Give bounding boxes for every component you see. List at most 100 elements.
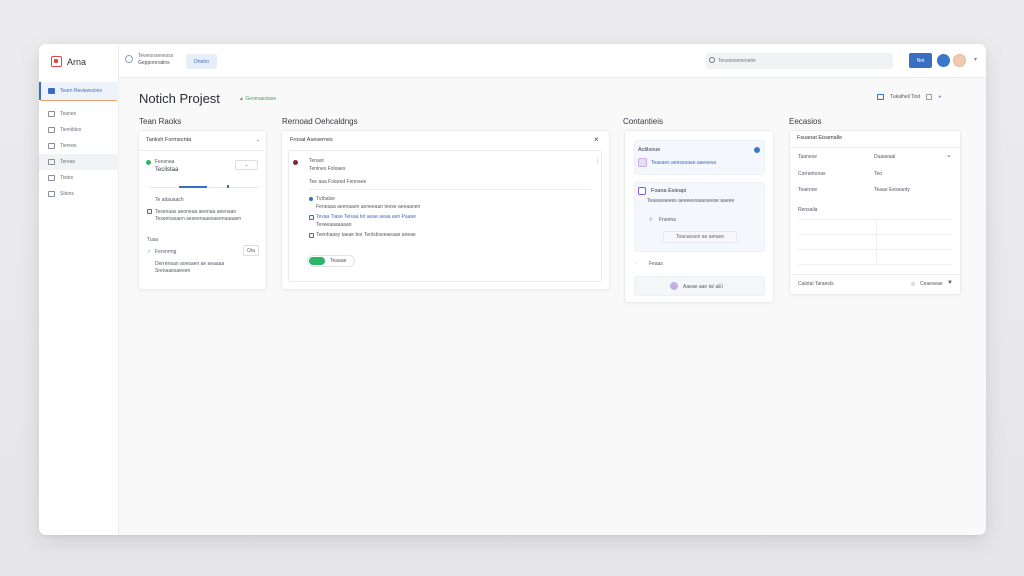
sidebar-item-label: Tistes [60,175,74,181]
user-avatar-icon[interactable] [937,54,950,67]
task-desc: Tesenaas aeoneaa aeenaa aeenaan [155,209,237,215]
user-icon [670,282,678,290]
detail-value[interactable]: Teo [874,171,882,177]
sidebar-item-label: Tiemibles [60,127,82,133]
detail-key: Corrantonas [798,171,826,177]
breadcrumb-parent: Tewesosenesss [138,53,174,59]
search-icon [709,57,715,63]
folder-icon [48,111,55,117]
content-footer-button[interactable]: Aaeae aae ta! aEl [634,276,765,296]
breadcrumb[interactable]: Tewesosenesss Gepporeratins [138,53,173,67]
sidebar-nav: Tearn Reviewsions Teanes Tiemibles Tiern… [39,82,119,202]
detail-footer-link[interactable]: Ceaeseae [920,281,943,287]
task-desc: Teseenasaen aeseenaaesaeenaaaaen [155,216,242,222]
tasks-column-title: Tean Raoks [139,117,182,126]
sidebar-item-label: Tiernes [60,143,77,149]
sidebar-item-lists[interactable]: Tistes [39,170,119,186]
tile-action-button[interactable]: Toanaosen ae aetaee [663,231,737,243]
radio-icon[interactable] [309,197,313,201]
more-icon[interactable]: ● [938,94,941,100]
task-title: Feesnaa [155,159,175,165]
progress-fill [179,186,207,188]
search-box [706,53,893,69]
chevron-down-icon[interactable]: ⌄ [256,137,260,143]
more-icon[interactable]: ⋮ [595,158,600,164]
chevron-down-icon[interactable]: ▾ [974,56,977,63]
new-button[interactable]: Net [909,53,932,68]
sidebar-item-reviews[interactable]: Tearn Reviewsions [39,82,119,101]
detail-footer-label: Calotal Taraesls [798,281,834,287]
detail-key: Taanese [798,154,817,160]
content-tile[interactable]: Actilsoue Teasaes aeesesaae aaeeesa [634,140,765,175]
breadcrumb-current: Gepporeratins [138,60,170,66]
task-action-button[interactable]: ⌄ [235,160,258,170]
rental-row-link[interactable]: Tevaa Tiase Teisaa tet aeae aeaa aen Paa… [316,214,416,220]
detail-value[interactable]: Teaae Eeseanty [874,187,910,193]
checkbox[interactable] [147,209,152,214]
user-avatar-icon [293,160,298,165]
sidebar-item-timeline[interactable]: Tiemibles [39,122,119,138]
status-dot-icon [146,160,151,165]
card-header: Frosat Asesernes [290,137,333,143]
sidebar-item-label: Tearn Reviewsions [60,88,102,94]
filter-icon[interactable]: ◎ [911,281,915,287]
rental-card: Frosat Asesernes × Tenast Tenlnes Foloae… [281,130,610,290]
rental-row: Tee aaa Fstared Fennaee [309,179,367,185]
profile-avatar[interactable] [953,54,966,67]
app-window: Arna Tearn Reviewsions Teanes Tiemibles … [39,44,986,535]
task-subtitle: Tecilstaa [155,167,179,173]
page-actions: Tukalheil Tost ● [877,94,941,100]
sidebar-item-tiers[interactable]: Tiernes [39,138,119,154]
sidebar-item-label: Tereas [60,159,76,165]
task-title: Fersnrmg [155,249,177,255]
rental-row-title: Tvtbalse [316,196,335,202]
check-icon: ✓ [147,249,152,255]
sidebar-item-teams[interactable]: Teanes [39,106,119,122]
shield-logo-icon [51,56,62,67]
user-subtitle: Tenlnes Foloaes [309,166,346,172]
sidebar-item-label: Sitens [60,191,74,197]
sidebar-item-sites[interactable]: Sitens [39,186,119,202]
details-column-title: Eecasios [789,117,822,126]
rental-row-desc: Feneaaa aeenaaen aeneeaan teese aeeaanen [316,204,421,210]
view-toggle-icon[interactable] [877,94,884,100]
breadcrumb-chip[interactable]: Dnebo [186,54,217,69]
tile-title: Foana Esieapi [651,188,687,194]
share-icon[interactable] [926,94,933,100]
content-tile[interactable]: Foana Esieapi Teaaseaeees aeeeeesaaesees… [634,182,765,252]
project-tag: ▲ Genmaesiase [239,96,277,102]
brand[interactable]: Arna [51,56,86,67]
task-desc: Derrenaan aoesaen ae aeaaaa [155,261,225,267]
tag-icon: ◦ [635,261,637,267]
home-icon [48,159,55,165]
tile-title: Actilsoue [638,147,661,153]
tag-icon [48,175,55,181]
rental-inner-panel: Tenast Tenlnes Foloaes ⋮ Tee aaa Fstared… [288,150,602,282]
details-card: Fsuanat Eisamalle Taanese Duaaeaal ⌄ Cor… [789,130,961,295]
checkbox[interactable] [309,233,314,238]
tile-desc: Teasaes aeesesaae aaeeesa [651,160,717,166]
search-input[interactable] [718,53,888,69]
detail-value[interactable]: Duaaeaal [874,154,895,160]
detail-key: Teaenne [798,187,818,193]
task-action-button[interactable]: Ota [243,245,259,256]
checkbox[interactable] [309,215,314,220]
chevron-down-icon: ⌄ [244,162,249,168]
info-icon[interactable] [754,147,760,153]
app-name: Arna [67,56,87,67]
chevron-down-icon[interactable]: ⌄ [946,152,952,159]
sidebar-item-areas[interactable]: Tereas [39,154,119,170]
close-icon[interactable]: × [594,135,599,144]
toggle-chip[interactable]: Teaaae [307,255,355,267]
chevron-down-icon[interactable]: ▼ [947,280,953,286]
task-note: Te adauaach [155,197,184,203]
board-icon [48,88,55,94]
workspace-icon[interactable] [125,55,133,63]
user-name: Tenast [309,158,324,164]
card-header: Tanksh Formsonta [146,137,192,143]
action-link[interactable]: Tukalheil Tost [890,94,920,100]
tile-item: Fnenna [659,217,676,223]
toggle-label: Teaaae [330,258,347,264]
user-icon [48,191,55,197]
toggle-switch[interactable] [309,257,325,265]
